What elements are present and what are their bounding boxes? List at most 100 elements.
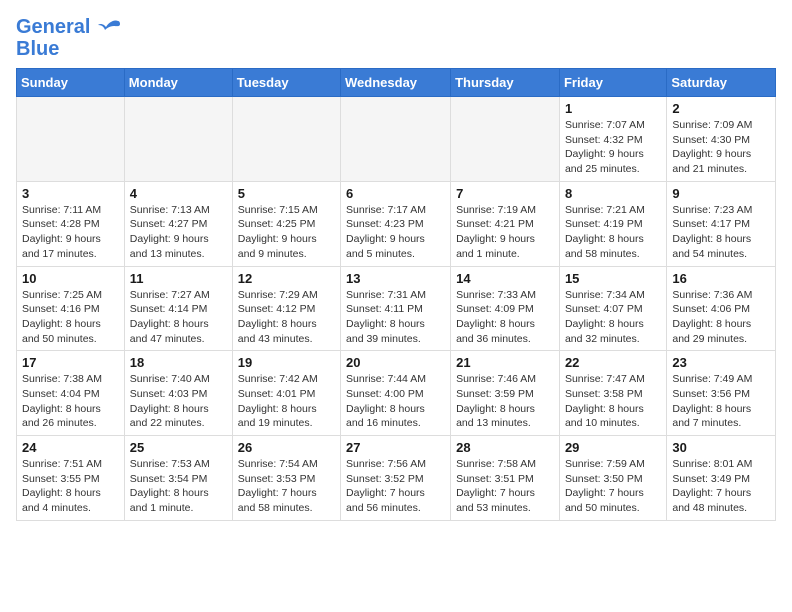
- day-number: 14: [456, 271, 554, 286]
- weekday-header-row: SundayMondayTuesdayWednesdayThursdayFrid…: [17, 69, 776, 97]
- calendar-cell: [232, 97, 340, 182]
- day-info: Sunrise: 7:56 AM Sunset: 3:52 PM Dayligh…: [346, 457, 445, 516]
- weekday-header-friday: Friday: [559, 69, 666, 97]
- day-info: Sunrise: 7:09 AM Sunset: 4:30 PM Dayligh…: [672, 118, 770, 177]
- calendar-cell: 22 Sunrise: 7:47 AM Sunset: 3:58 PM Dayli…: [559, 351, 666, 436]
- day-number: 24: [22, 440, 119, 455]
- calendar-cell: 13 Sunrise: 7:31 AM Sunset: 4:11 PM Dayli…: [341, 266, 451, 351]
- day-number: 28: [456, 440, 554, 455]
- day-info: Sunrise: 7:17 AM Sunset: 4:23 PM Dayligh…: [346, 203, 445, 262]
- calendar-cell: 14 Sunrise: 7:33 AM Sunset: 4:09 PM Dayli…: [451, 266, 560, 351]
- day-number: 16: [672, 271, 770, 286]
- logo-blue: Blue: [16, 38, 120, 60]
- weekday-header-wednesday: Wednesday: [341, 69, 451, 97]
- calendar-cell: 18Sunrise: 7:40 AM Sunset: 4:03 PM Dayli…: [124, 351, 232, 436]
- day-info: Sunrise: 7:51 AM Sunset: 3:55 PM Dayligh…: [22, 457, 119, 516]
- day-number: 27: [346, 440, 445, 455]
- calendar-cell: 7 Sunrise: 7:19 AM Sunset: 4:21 PM Daylig…: [451, 181, 560, 266]
- calendar-cell: 25Sunrise: 7:53 AM Sunset: 3:54 PM Dayli…: [124, 436, 232, 521]
- calendar-cell: 21 Sunrise: 7:46 AM Sunset: 3:59 PM Dayli…: [451, 351, 560, 436]
- day-number: 22: [565, 355, 661, 370]
- calendar-cell: [451, 97, 560, 182]
- logo-text: General: [16, 16, 120, 38]
- week-row-4: 17Sunrise: 7:38 AM Sunset: 4:04 PM Dayli…: [17, 351, 776, 436]
- calendar-table: SundayMondayTuesdayWednesdayThursdayFrid…: [16, 68, 776, 521]
- day-number: 9: [672, 186, 770, 201]
- calendar-cell: 30 Sunrise: 8:01 AM Sunset: 3:49 PM Dayli…: [667, 436, 776, 521]
- logo: General Blue: [16, 16, 120, 60]
- day-info: Sunrise: 7:49 AM Sunset: 3:56 PM Dayligh…: [672, 372, 770, 431]
- day-info: Sunrise: 7:13 AM Sunset: 4:27 PM Dayligh…: [130, 203, 227, 262]
- day-number: 13: [346, 271, 445, 286]
- day-info: Sunrise: 7:58 AM Sunset: 3:51 PM Dayligh…: [456, 457, 554, 516]
- week-row-3: 10Sunrise: 7:25 AM Sunset: 4:16 PM Dayli…: [17, 266, 776, 351]
- calendar-cell: 28 Sunrise: 7:58 AM Sunset: 3:51 PM Dayli…: [451, 436, 560, 521]
- page-header: General Blue: [16, 16, 776, 60]
- calendar-cell: 20 Sunrise: 7:44 AM Sunset: 4:00 PM Dayli…: [341, 351, 451, 436]
- calendar-cell: [124, 97, 232, 182]
- day-number: 19: [238, 355, 335, 370]
- day-info: Sunrise: 7:53 AM Sunset: 3:54 PM Dayligh…: [130, 457, 227, 516]
- weekday-header-tuesday: Tuesday: [232, 69, 340, 97]
- calendar-cell: 26 Sunrise: 7:54 AM Sunset: 3:53 PM Dayli…: [232, 436, 340, 521]
- logo-bird-icon: [98, 19, 120, 37]
- day-number: 29: [565, 440, 661, 455]
- day-info: Sunrise: 7:31 AM Sunset: 4:11 PM Dayligh…: [346, 288, 445, 347]
- calendar-cell: 29Sunrise: 7:59 AM Sunset: 3:50 PM Dayli…: [559, 436, 666, 521]
- calendar-cell: 11 Sunrise: 7:27 AM Sunset: 4:14 PM Dayli…: [124, 266, 232, 351]
- calendar-cell: 4 Sunrise: 7:13 AM Sunset: 4:27 PM Daylig…: [124, 181, 232, 266]
- calendar-cell: 5Sunrise: 7:15 AM Sunset: 4:25 PM Daylig…: [232, 181, 340, 266]
- day-info: Sunrise: 7:15 AM Sunset: 4:25 PM Dayligh…: [238, 203, 335, 262]
- day-info: Sunrise: 7:44 AM Sunset: 4:00 PM Dayligh…: [346, 372, 445, 431]
- day-info: Sunrise: 7:54 AM Sunset: 3:53 PM Dayligh…: [238, 457, 335, 516]
- day-number: 3: [22, 186, 119, 201]
- day-number: 11: [130, 271, 227, 286]
- weekday-header-thursday: Thursday: [451, 69, 560, 97]
- weekday-header-monday: Monday: [124, 69, 232, 97]
- calendar-cell: 15 Sunrise: 7:34 AM Sunset: 4:07 PM Dayli…: [559, 266, 666, 351]
- week-row-2: 3 Sunrise: 7:11 AM Sunset: 4:28 PM Daylig…: [17, 181, 776, 266]
- weekday-header-saturday: Saturday: [667, 69, 776, 97]
- day-info: Sunrise: 7:21 AM Sunset: 4:19 PM Dayligh…: [565, 203, 661, 262]
- calendar-cell: 17Sunrise: 7:38 AM Sunset: 4:04 PM Dayli…: [17, 351, 125, 436]
- calendar-cell: [341, 97, 451, 182]
- day-number: 15: [565, 271, 661, 286]
- day-info: Sunrise: 7:36 AM Sunset: 4:06 PM Dayligh…: [672, 288, 770, 347]
- day-number: 12: [238, 271, 335, 286]
- day-info: Sunrise: 7:29 AM Sunset: 4:12 PM Dayligh…: [238, 288, 335, 347]
- weekday-header-sunday: Sunday: [17, 69, 125, 97]
- day-number: 23: [672, 355, 770, 370]
- day-number: 7: [456, 186, 554, 201]
- day-info: Sunrise: 7:33 AM Sunset: 4:09 PM Dayligh…: [456, 288, 554, 347]
- calendar-cell: 10Sunrise: 7:25 AM Sunset: 4:16 PM Dayli…: [17, 266, 125, 351]
- day-number: 26: [238, 440, 335, 455]
- calendar-cell: 8Sunrise: 7:21 AM Sunset: 4:19 PM Daylig…: [559, 181, 666, 266]
- calendar-cell: 1Sunrise: 7:07 AM Sunset: 4:32 PM Daylig…: [559, 97, 666, 182]
- day-info: Sunrise: 7:11 AM Sunset: 4:28 PM Dayligh…: [22, 203, 119, 262]
- day-number: 20: [346, 355, 445, 370]
- calendar-cell: 27 Sunrise: 7:56 AM Sunset: 3:52 PM Dayli…: [341, 436, 451, 521]
- day-info: Sunrise: 7:47 AM Sunset: 3:58 PM Dayligh…: [565, 372, 661, 431]
- day-number: 1: [565, 101, 661, 116]
- calendar-cell: 24 Sunrise: 7:51 AM Sunset: 3:55 PM Dayli…: [17, 436, 125, 521]
- day-number: 6: [346, 186, 445, 201]
- day-info: Sunrise: 7:23 AM Sunset: 4:17 PM Dayligh…: [672, 203, 770, 262]
- day-info: Sunrise: 7:38 AM Sunset: 4:04 PM Dayligh…: [22, 372, 119, 431]
- calendar-cell: 6 Sunrise: 7:17 AM Sunset: 4:23 PM Daylig…: [341, 181, 451, 266]
- calendar-cell: 23 Sunrise: 7:49 AM Sunset: 3:56 PM Dayli…: [667, 351, 776, 436]
- day-number: 4: [130, 186, 227, 201]
- day-info: Sunrise: 8:01 AM Sunset: 3:49 PM Dayligh…: [672, 457, 770, 516]
- day-info: Sunrise: 7:19 AM Sunset: 4:21 PM Dayligh…: [456, 203, 554, 262]
- day-info: Sunrise: 7:42 AM Sunset: 4:01 PM Dayligh…: [238, 372, 335, 431]
- calendar-cell: 2Sunrise: 7:09 AM Sunset: 4:30 PM Daylig…: [667, 97, 776, 182]
- day-info: Sunrise: 7:27 AM Sunset: 4:14 PM Dayligh…: [130, 288, 227, 347]
- day-info: Sunrise: 7:46 AM Sunset: 3:59 PM Dayligh…: [456, 372, 554, 431]
- day-info: Sunrise: 7:25 AM Sunset: 4:16 PM Dayligh…: [22, 288, 119, 347]
- calendar-cell: 9 Sunrise: 7:23 AM Sunset: 4:17 PM Daylig…: [667, 181, 776, 266]
- day-number: 21: [456, 355, 554, 370]
- week-row-5: 24 Sunrise: 7:51 AM Sunset: 3:55 PM Dayli…: [17, 436, 776, 521]
- day-info: Sunrise: 7:34 AM Sunset: 4:07 PM Dayligh…: [565, 288, 661, 347]
- calendar-cell: [17, 97, 125, 182]
- day-number: 30: [672, 440, 770, 455]
- calendar-cell: 19 Sunrise: 7:42 AM Sunset: 4:01 PM Dayli…: [232, 351, 340, 436]
